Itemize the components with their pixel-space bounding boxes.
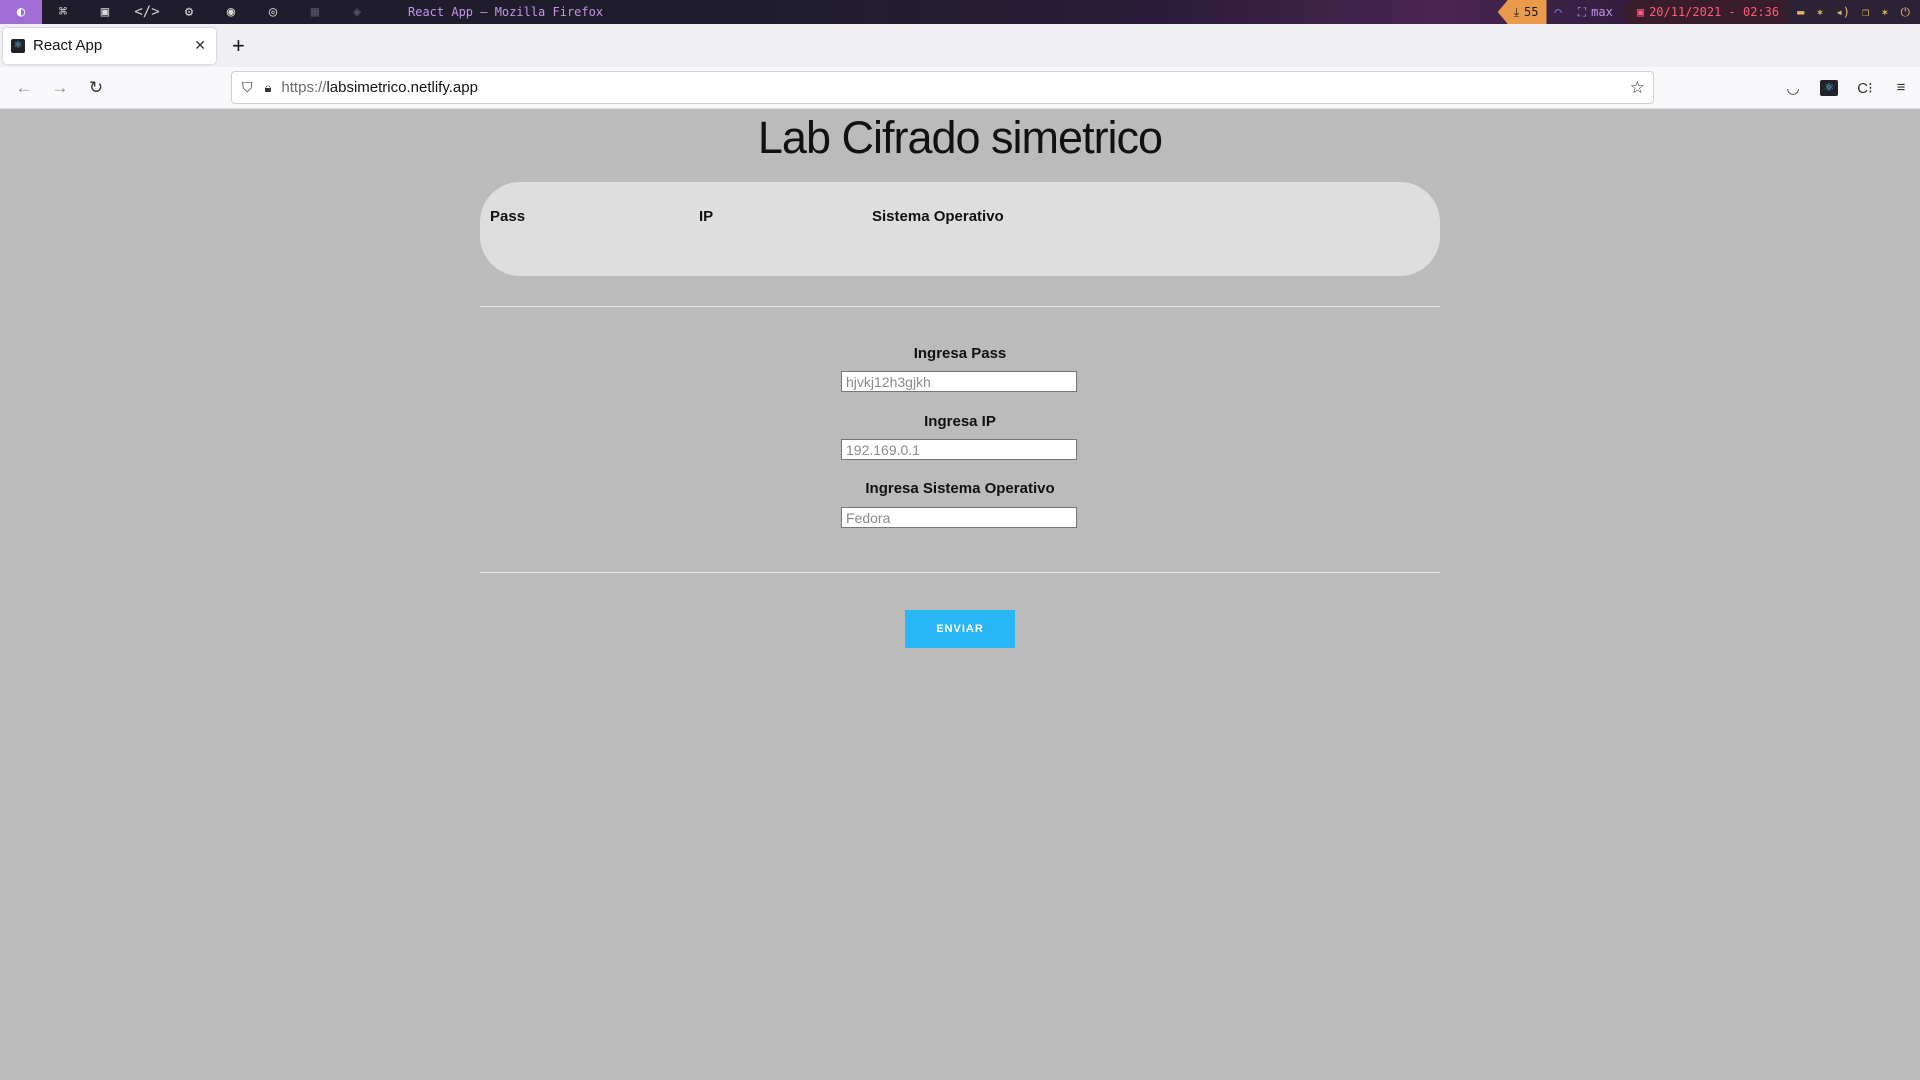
menu-icon[interactable]: ≡: [1892, 79, 1910, 96]
tracking-shield-icon[interactable]: ⛉: [242, 79, 253, 96]
back-button[interactable]: ←: [6, 78, 42, 98]
tab-title: React App: [33, 37, 103, 54]
layout-indicator[interactable]: ⛶ max: [1570, 0, 1621, 24]
url-bar[interactable]: ⛉ 🔒︎ https://labsimetrico.netlify.app ☆: [231, 71, 1654, 104]
new-tab-button[interactable]: +: [232, 33, 245, 59]
calendar-icon: ▣: [1636, 5, 1645, 19]
enviar-button[interactable]: ENVIAR: [905, 610, 1015, 648]
layout-label: max: [1591, 5, 1613, 19]
browser-tab[interactable]: ⚛ React App ✕: [3, 27, 216, 64]
os-label: Ingresa Sistema Operativo: [865, 480, 1055, 497]
volume-icon[interactable]: ◂): [1836, 5, 1850, 19]
lock-icon[interactable]: 🔒︎: [265, 80, 272, 96]
window-icon[interactable]: ❐: [1862, 5, 1869, 19]
ip-label: Ingresa IP: [924, 413, 996, 430]
url-host: labsimetrico.netlify.app: [326, 79, 478, 96]
forward-button[interactable]: →: [42, 78, 78, 98]
extension-icon[interactable]: C⁝: [1856, 79, 1874, 97]
os-input[interactable]: [841, 507, 1077, 528]
download-icon: ⤓: [1513, 4, 1520, 19]
ip-input[interactable]: [841, 439, 1077, 460]
python-icon[interactable]: ⌘: [42, 0, 84, 24]
downloads-indicator[interactable]: ⤓ 55: [1497, 0, 1547, 24]
terminal-icon[interactable]: ▣: [84, 0, 126, 24]
image-icon[interactable]: ▦: [294, 0, 336, 24]
firefox-icon[interactable]: ◐: [0, 0, 42, 24]
bookmark-star-icon[interactable]: ☆: [1630, 78, 1645, 98]
toolbar-extensions: ◡ ⚛ C⁝ ≡: [1784, 67, 1910, 108]
header-pass: Pass: [490, 208, 526, 225]
records-table: Pass IP Sistema Operativo: [480, 182, 1440, 276]
layers-icon[interactable]: ◈: [336, 0, 378, 24]
react-devtools-icon[interactable]: ⚛: [1820, 79, 1838, 96]
settings-icon[interactable]: ⚙: [168, 0, 210, 24]
url-protocol: https://: [281, 79, 327, 96]
divider-top: [480, 306, 1440, 307]
brightness-icon[interactable]: ✶: [1816, 5, 1823, 19]
datetime: 20/11/2021 - 02:36: [1649, 5, 1780, 19]
code-icon[interactable]: </>: [126, 0, 168, 24]
system-tray: ▬ ✶ ◂) ❐ ✶ ⏻: [1787, 0, 1920, 24]
downloads-count: 55: [1524, 5, 1539, 19]
status-area: ⤓ 55 ◠ ⛶ max ▣ 20/11/2021 - 02:36 ▬ ✶ ◂)…: [1497, 0, 1920, 24]
power-icon[interactable]: ⏻: [1901, 5, 1911, 20]
page-title: Lab Cifrado simetrico: [757, 112, 1163, 163]
navigation-bar: ← → ↻ ⛉ 🔒︎ https://labsimetrico.netlify.…: [0, 67, 1920, 109]
header-ip: IP: [699, 208, 714, 225]
spotify-icon[interactable]: ◎: [252, 0, 294, 24]
window-manager-bar: ◐ ⌘ ▣ </> ⚙ ◉ ◎ ▦ ◈ React App — Mozilla …: [0, 0, 1920, 24]
url-text[interactable]: https://labsimetrico.netlify.app: [281, 79, 478, 96]
header-os: Sistema Operativo: [872, 208, 1004, 225]
divider-bottom: [480, 572, 1440, 573]
fullscreen-icon: ⛶: [1577, 4, 1587, 19]
pass-label: Ingresa Pass: [913, 345, 1007, 362]
tab-strip: ⚛ React App ✕ +: [0, 24, 1920, 67]
reload-button[interactable]: ↻: [78, 78, 114, 98]
react-favicon-icon: ⚛: [11, 38, 25, 53]
pass-input[interactable]: [841, 371, 1077, 392]
page-content: Lab Cifrado simetrico Pass IP Sistema Op…: [0, 108, 1920, 1080]
rss-icon[interactable]: ◠: [1547, 0, 1570, 24]
window-title: React App — Mozilla Firefox: [408, 5, 604, 19]
tray-app-icon[interactable]: ▬: [1797, 5, 1804, 19]
clock: ▣ 20/11/2021 - 02:36: [1620, 0, 1788, 24]
network-icon[interactable]: ✶: [1881, 5, 1888, 19]
github-icon[interactable]: ◉: [210, 0, 252, 24]
pocket-icon[interactable]: ◡: [1784, 79, 1802, 97]
close-tab-icon[interactable]: ✕: [194, 37, 206, 54]
